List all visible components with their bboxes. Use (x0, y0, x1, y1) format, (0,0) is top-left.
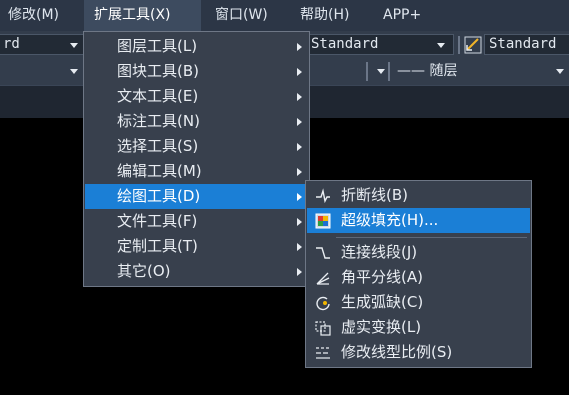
menu-item-label: 文件工具(F) (117, 212, 198, 230)
menu-item-file-tools[interactable]: 文件工具(F) (85, 209, 308, 234)
menu-help[interactable]: 帮助(H) (300, 0, 349, 31)
linetype-value: —— 随层 (397, 63, 458, 79)
menu-item-label: 虚实变换(L) (341, 318, 422, 336)
menu-item-break-line[interactable]: 折断线(B) (307, 183, 530, 208)
menu-item-dash-solid-toggle[interactable]: 虚实变换(L) (307, 315, 530, 340)
angle-bisector-icon (316, 272, 330, 285)
menu-item-label: 选择工具(S) (117, 137, 199, 155)
menu-modify[interactable]: 修改(M) (8, 0, 59, 31)
menu-app-plus[interactable]: APP+ (383, 0, 421, 31)
extension-tools-menu: 图层工具(L) 图块工具(B) 文本工具(E) 标注工具(N) 选择工具(S) … (83, 31, 310, 287)
toolbar-separator (366, 62, 368, 81)
menu-item-arc-gap[interactable]: 生成弧缺(C) (307, 290, 530, 315)
menu-item-draw-tools[interactable]: 绘图工具(D) (85, 184, 308, 209)
menu-item-label: 图块工具(B) (117, 62, 199, 80)
chevron-down-icon[interactable] (70, 43, 78, 48)
menu-item-custom-tools[interactable]: 定制工具(T) (85, 234, 308, 259)
menu-item-label: 超级填充(H)... (341, 211, 439, 229)
menu-item-dimension-tools[interactable]: 标注工具(N) (85, 109, 308, 134)
chevron-down-icon[interactable] (70, 69, 78, 74)
menu-item-super-hatch[interactable]: 超级填充(H)... (307, 208, 530, 233)
draw-tools-submenu: 折断线(B) 超级填充(H)... 连接线段(J) 角平分线(A) 生成弧缺(C… (305, 180, 532, 368)
text-style-combo[interactable]: Standard (306, 34, 454, 55)
menu-item-text-tools[interactable]: 文本工具(E) (85, 84, 308, 109)
chevron-right-icon (297, 193, 302, 201)
menu-item-label: 标注工具(N) (117, 112, 200, 130)
menu-item-angle-bisector[interactable]: 角平分线(A) (307, 265, 530, 290)
menu-item-block-tools[interactable]: 图块工具(B) (85, 59, 308, 84)
menu-item-label: 文本工具(E) (117, 87, 199, 105)
menu-item-selection-tools[interactable]: 选择工具(S) (85, 134, 308, 159)
menu-item-label: 角平分线(A) (341, 268, 423, 286)
menu-item-label: 修改线型比例(S) (341, 343, 453, 361)
chevron-right-icon (297, 243, 302, 251)
menu-extension-tools[interactable]: 扩展工具(X) (84, 0, 201, 31)
chevron-right-icon (297, 118, 302, 126)
chevron-down-icon[interactable] (556, 69, 564, 74)
linetype-combo[interactable]: —— 随层 (392, 61, 569, 82)
linetype-scale-icon (316, 347, 330, 359)
chevron-right-icon (297, 168, 302, 176)
chevron-right-icon (297, 143, 302, 151)
join-lines-icon (316, 247, 330, 259)
chevron-down-icon[interactable] (437, 43, 445, 48)
chevron-right-icon (297, 93, 302, 101)
menu-item-layer-tools[interactable]: 图层工具(L) (85, 34, 308, 59)
dash-solid-toggle-icon (315, 321, 331, 336)
break-line-icon (316, 188, 330, 204)
menu-item-label: 定制工具(T) (117, 237, 198, 255)
chevron-right-icon (297, 68, 302, 76)
menu-separator (336, 237, 527, 238)
menu-item-label: 绘图工具(D) (117, 187, 201, 205)
menu-item-label: 图层工具(L) (117, 37, 198, 55)
menu-item-other[interactable]: 其它(O) (85, 259, 308, 284)
chevron-right-icon (297, 43, 302, 51)
toolbar-separator (458, 36, 460, 54)
chevron-right-icon (297, 218, 302, 226)
arc-gap-icon (316, 296, 330, 311)
menu-item-edit-tools[interactable]: 编辑工具(M) (85, 159, 308, 184)
toolbar-separator (388, 62, 390, 81)
menu-item-label: 连接线段(J) (341, 243, 418, 261)
dim-style-icon[interactable] (464, 36, 482, 54)
menu-item-join-lines[interactable]: 连接线段(J) (307, 240, 530, 265)
dim-style-value: Standard (489, 36, 557, 52)
menu-item-label: 生成弧缺(C) (341, 293, 424, 311)
menu-item-label: 编辑工具(M) (117, 162, 202, 180)
menu-item-label: 其它(O) (117, 262, 171, 280)
layer-combo-value: rd (3, 36, 20, 52)
menu-item-label: 折断线(B) (341, 186, 408, 204)
chevron-down-icon[interactable] (377, 69, 385, 74)
dim-style-combo[interactable]: Standard (484, 34, 569, 55)
menu-item-linetype-scale[interactable]: 修改线型比例(S) (307, 340, 530, 365)
super-hatch-icon (315, 213, 331, 229)
text-style-value: Standard (311, 36, 379, 52)
menu-window[interactable]: 窗口(W) (215, 0, 268, 31)
menu-bar: 修改(M) 扩展工具(X) 窗口(W) 帮助(H) APP+ (0, 0, 569, 31)
chevron-right-icon (297, 268, 302, 276)
